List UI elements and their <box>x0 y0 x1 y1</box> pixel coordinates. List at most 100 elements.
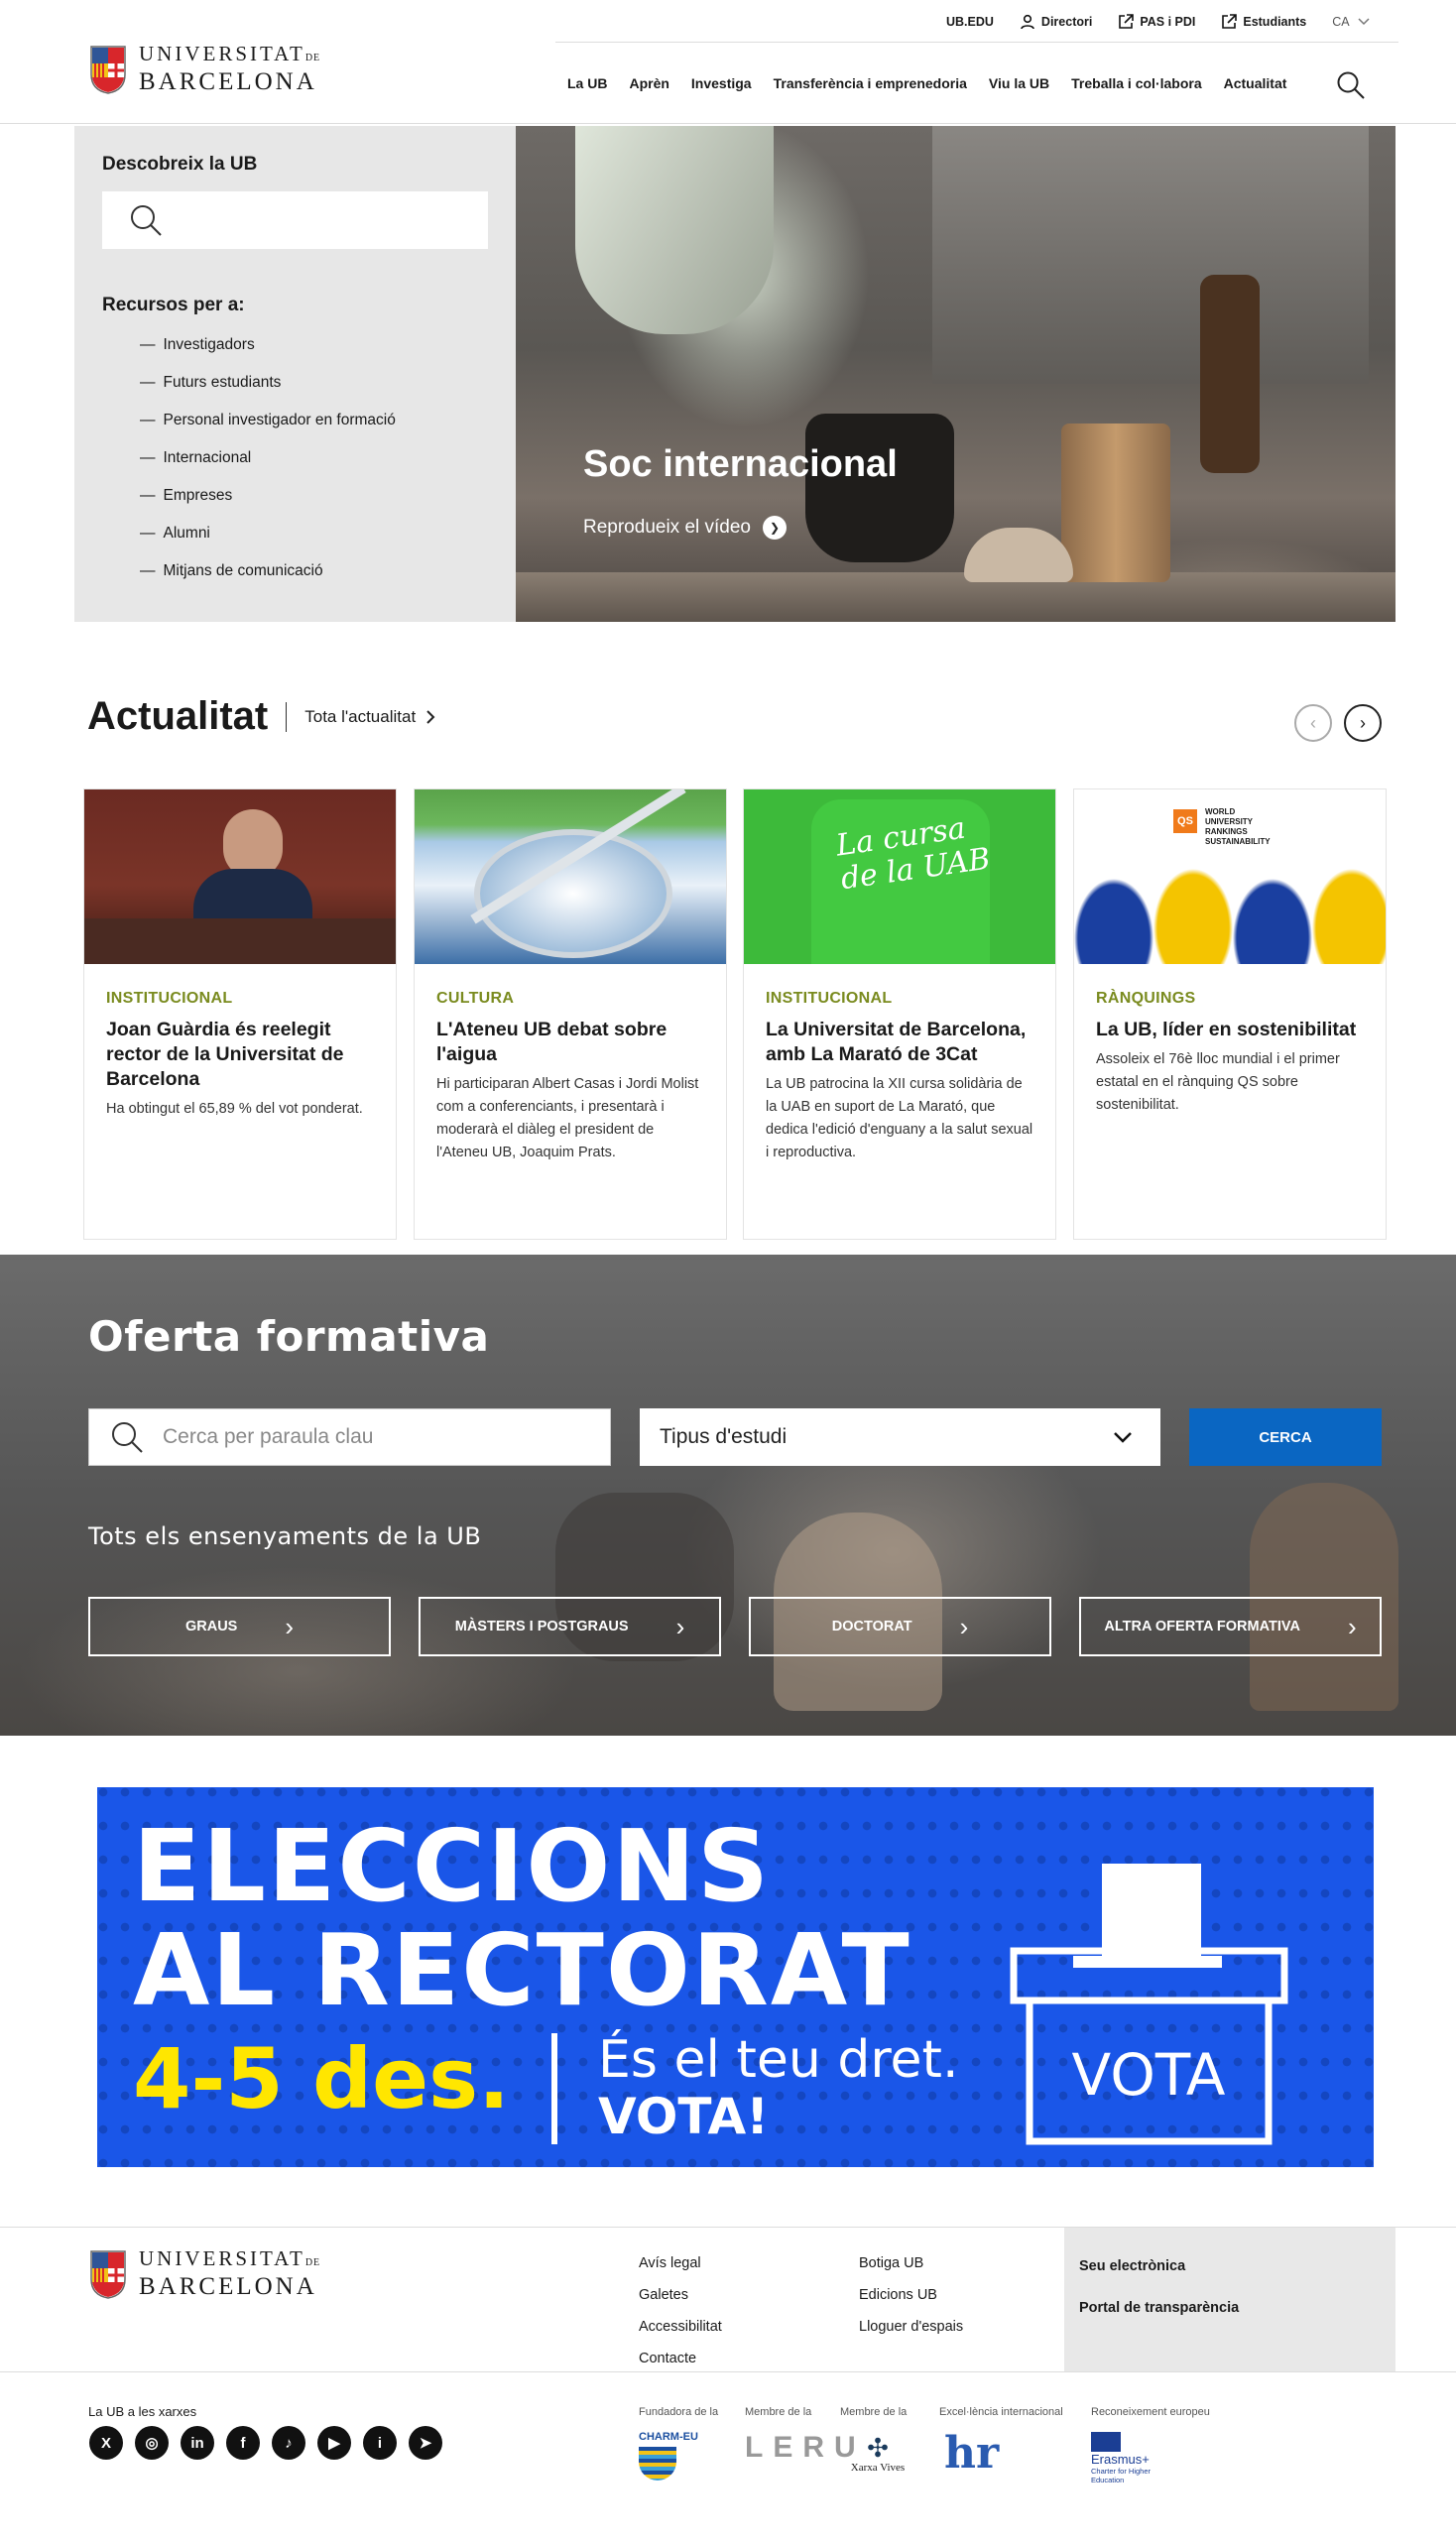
hero-pot-shape <box>964 528 1073 582</box>
news-image: QS WORLD UNIVERSITY RANKINGS SUSTAINABILITY <box>1074 789 1386 964</box>
news-category: RÀNQUINGS <box>1096 990 1196 1007</box>
news-header: Actualitat Tota l'actualitat <box>87 694 435 739</box>
footer-link[interactable]: Galetes <box>639 2279 722 2311</box>
nav-actualitat[interactable]: Actualitat <box>1224 75 1287 91</box>
ub-logo[interactable]: UNIVERSITATDE BARCELONA <box>89 43 320 95</box>
carousel-prev-button[interactable]: ‹ <box>1294 704 1332 742</box>
resource-item[interactable]: — Internacional <box>140 449 488 467</box>
utility-bar: UB.EDU Directori PAS i PDI Estudiants CA <box>946 14 1370 30</box>
footer-links-col2: Botiga UB Edicions UB Lloguer d'espais <box>859 2247 963 2343</box>
elections-banner[interactable]: ELECCIONS AL RECTORAT 4-5 des. És el teu… <box>97 1787 1374 2167</box>
banner-right1: És el teu dret. <box>598 2030 959 2090</box>
logo-line2: BARCELONA <box>139 2273 317 2300</box>
logo-line2: BARCELONA <box>139 68 317 95</box>
oferta-search-input[interactable]: Cerca per paraula clau <box>88 1408 611 1466</box>
banner-line1: ELECCIONS <box>133 1808 772 1924</box>
charm-eu-badge[interactable]: CHARM-EU <box>639 2431 702 2481</box>
nav-apren[interactable]: Aprèn <box>629 75 668 91</box>
footer-link[interactable]: Avís legal <box>639 2247 722 2279</box>
oferta-subtitle: Tots els ensenyaments de la UB <box>88 1522 482 1550</box>
resource-item[interactable]: — Personal investigador en formació <box>140 412 488 429</box>
nav-la-ub[interactable]: La UB <box>567 75 607 91</box>
nav-investiga[interactable]: Investiga <box>691 75 752 91</box>
news-title[interactable]: Joan Guàrdia és reelegit rector de la Un… <box>106 1018 374 1092</box>
hero-jar-shape <box>1061 424 1170 582</box>
news-desc: Ha obtingut el 65,89 % del vot ponderat. <box>106 1101 363 1117</box>
resource-item[interactable]: — Mitjans de comunicació <box>140 562 488 580</box>
chevron-right-icon: › <box>675 1611 685 1641</box>
tiktok-icon[interactable]: ♪ <box>272 2426 305 2460</box>
language-selector[interactable]: CA <box>1332 15 1370 29</box>
resource-item[interactable]: — Alumni <box>140 525 488 543</box>
news-card[interactable]: INSTITUCIONAL Joan Guàrdia és reelegit r… <box>83 788 397 1240</box>
masters-button[interactable]: MÀSTERS I POSTGRAUS › <box>419 1597 721 1656</box>
hero-counter-shape <box>516 572 1395 622</box>
footer-links-col1: Avís legal Galetes Accessibilitat Contac… <box>639 2247 722 2374</box>
news-desc: Hi participaran Albert Casas i Jordi Mol… <box>436 1076 699 1160</box>
news-title: Actualitat <box>87 694 269 738</box>
altra-oferta-button[interactable]: ALTRA OFERTA FORMATIVA › <box>1079 1597 1382 1656</box>
resource-item[interactable]: — Futurs estudiants <box>140 374 488 392</box>
social-title: La UB a les xarxes <box>88 2404 197 2419</box>
all-news-link[interactable]: Tota l'actualitat <box>304 707 435 727</box>
discover-search-input[interactable] <box>102 191 488 249</box>
footer-link[interactable]: Lloguer d'espais <box>859 2311 963 2343</box>
footer-link[interactable]: Edicions UB <box>859 2279 963 2311</box>
telegram-icon[interactable]: ➤ <box>409 2426 442 2460</box>
news-title[interactable]: La UB, líder en sostenibilitat <box>1096 1018 1364 1042</box>
footer-link[interactable]: Contacte <box>639 2343 722 2374</box>
xarxa-vives-badge[interactable]: ✣ Xarxa Vives <box>840 2434 915 2474</box>
main-nav: La UB Aprèn Investiga Transferència i em… <box>567 75 1286 91</box>
news-card[interactable]: CULTURA L'Ateneu UB debat sobre l'aigua … <box>414 788 727 1240</box>
nav-treballa[interactable]: Treballa i col·labora <box>1071 75 1202 91</box>
resource-item[interactable]: — Empreses <box>140 487 488 505</box>
graus-button[interactable]: GRAUS › <box>88 1597 391 1656</box>
youtube-icon[interactable]: ▶ <box>317 2426 351 2460</box>
util-estudiants-link[interactable]: Estudiants <box>1221 14 1306 30</box>
hero-window-shape <box>932 126 1369 384</box>
erasmus-badge[interactable]: Erasmus+ Charter for Higher Education <box>1091 2432 1180 2484</box>
news-image <box>415 789 726 964</box>
news-card[interactable]: QS WORLD UNIVERSITY RANKINGS SUSTAINABILITY… <box>1073 788 1387 1240</box>
ballot-box-icon: VOTA <box>1010 1864 1288 2145</box>
footer-link[interactable]: Botiga UB <box>859 2247 963 2279</box>
chevron-right-icon: › <box>285 1611 295 1641</box>
logo-line1: UNIVERSITATDE <box>139 2246 321 2270</box>
chevron-right-icon <box>426 709 435 724</box>
footer-divider <box>0 2371 1456 2372</box>
ub-shield-icon <box>90 2249 126 2299</box>
instagram-icon[interactable]: ◎ <box>135 2426 169 2460</box>
search-icon[interactable] <box>1336 70 1366 100</box>
news-title[interactable]: La Universitat de Barcelona, amb La Mara… <box>766 1018 1033 1067</box>
play-video-link[interactable]: Reprodueix el vídeo ❯ <box>583 516 787 540</box>
linkedin-icon[interactable]: in <box>181 2426 214 2460</box>
study-type-select[interactable]: Tipus d'estudi <box>640 1408 1160 1466</box>
ub-shield-icon <box>90 45 126 94</box>
facebook-icon[interactable]: f <box>226 2426 260 2460</box>
news-title[interactable]: L'Ateneu UB debat sobre l'aigua <box>436 1018 704 1067</box>
seu-electronica-link[interactable]: Seu electrònica <box>1079 2245 1381 2287</box>
hr-excellence-badge[interactable]: hr <box>944 2429 999 2479</box>
qs-logo: QS <box>1173 809 1197 833</box>
resource-item[interactable]: — Investigadors <box>140 336 488 354</box>
footer-ub-logo[interactable]: UNIVERSITATDE BARCELONA <box>89 2247 320 2300</box>
news-card[interactable]: La cursa de la UAB INSTITUCIONAL La Unive… <box>743 788 1056 1240</box>
badge-label: Membre de la <box>840 2406 908 2418</box>
hero-video[interactable]: Soc internacional Reprodueix el vídeo ❯ <box>516 126 1395 622</box>
chevron-right-icon: › <box>1360 712 1366 733</box>
doctorat-button[interactable]: DOCTORAT › <box>749 1597 1051 1656</box>
nav-transferencia[interactable]: Transferència i emprenedoria <box>774 75 967 91</box>
social-links: X ◎ in f ♪ ▶ i ➤ <box>89 2426 442 2460</box>
x-icon[interactable]: X <box>89 2426 123 2460</box>
util-directori-link[interactable]: Directori <box>1020 14 1092 30</box>
transparencia-link[interactable]: Portal de transparència <box>1079 2287 1381 2329</box>
footer-highlight-panel: Seu electrònica Portal de transparència <box>1064 2228 1395 2371</box>
leru-badge[interactable]: LERU <box>745 2433 856 2463</box>
oferta-search-button[interactable]: CERCA <box>1189 1408 1382 1466</box>
footer-link[interactable]: Accessibilitat <box>639 2311 722 2343</box>
carousel-next-button[interactable]: › <box>1344 704 1382 742</box>
util-pas-pdi-link[interactable]: PAS i PDI <box>1118 14 1195 30</box>
info-icon[interactable]: i <box>363 2426 397 2460</box>
util-ubedu-link[interactable]: UB.EDU <box>946 15 994 29</box>
nav-viu-la-ub[interactable]: Viu la UB <box>989 75 1049 91</box>
